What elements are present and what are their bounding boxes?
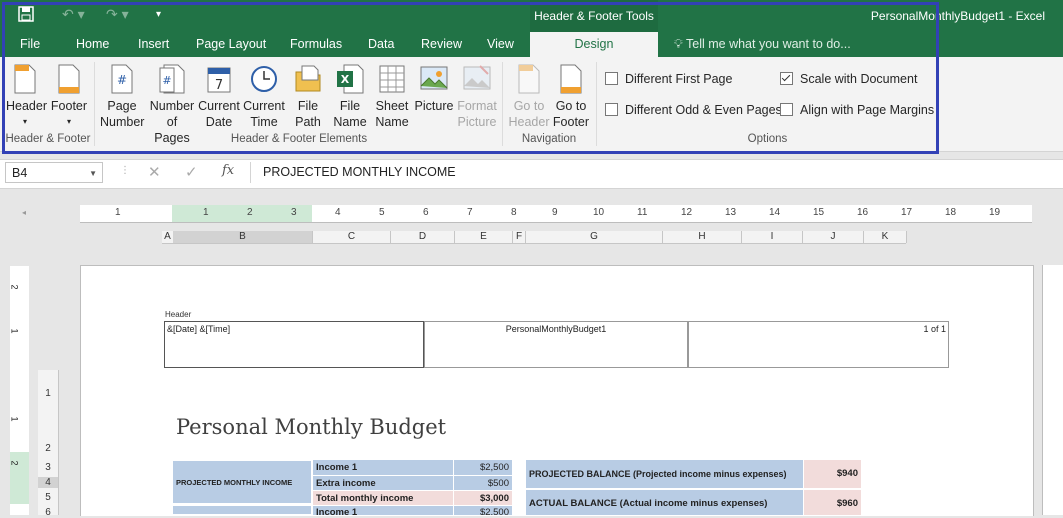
column-header[interactable]: D bbox=[391, 231, 455, 243]
ruler-mark: 16 bbox=[857, 207, 869, 218]
ruler-mark: 7 bbox=[467, 207, 473, 218]
column-header[interactable]: G bbox=[526, 231, 663, 243]
ruler-mark: 4 bbox=[335, 207, 341, 218]
chevron-down-icon: ▼ bbox=[89, 169, 97, 178]
column-header[interactable]: K bbox=[864, 231, 907, 243]
ruler-mark: 2 bbox=[9, 284, 20, 290]
projected-balance-value[interactable]: $940 bbox=[804, 460, 861, 488]
ruler-mark: 2 bbox=[9, 460, 20, 466]
ruler-mark: 13 bbox=[725, 207, 737, 218]
income-name-cell[interactable]: Extra income bbox=[313, 475, 453, 490]
row-header[interactable]: 3 bbox=[38, 462, 58, 473]
row-header[interactable]: 1 bbox=[38, 388, 58, 399]
ruler-mark: 11 bbox=[637, 207, 648, 218]
ruler-corner-icon: ◂ bbox=[22, 208, 27, 217]
ruler-mark: 1 bbox=[9, 416, 20, 422]
ruler-mark: 9 bbox=[552, 207, 558, 218]
cancel-icon[interactable]: ✕ bbox=[148, 163, 161, 181]
ruler-mark: 8 bbox=[511, 207, 517, 218]
header-center-section[interactable]: PersonalMonthlyBudget1 bbox=[424, 321, 688, 368]
row-header-selected[interactable]: 4 bbox=[38, 477, 58, 488]
column-header[interactable]: E bbox=[455, 231, 513, 243]
highlight-box bbox=[2, 2, 939, 154]
income-label-cell-2[interactable] bbox=[172, 505, 312, 515]
ruler-mark: 14 bbox=[769, 207, 781, 218]
ruler-mark: 2 bbox=[247, 207, 253, 218]
header-section-label: Header bbox=[165, 310, 192, 319]
income-name-cell[interactable]: Income 1 bbox=[313, 460, 453, 475]
row-header[interactable]: 2 bbox=[38, 443, 58, 454]
ruler-mark: 1 bbox=[203, 207, 209, 218]
formula-input[interactable]: PROJECTED MONTHLY INCOME bbox=[250, 162, 456, 183]
ruler-mark: 19 bbox=[989, 207, 1001, 218]
next-page-edge bbox=[1042, 265, 1063, 515]
ruler-mark: 3 bbox=[291, 207, 297, 218]
column-header[interactable]: F bbox=[513, 231, 526, 243]
projected-balance-label[interactable]: PROJECTED BALANCE (Projected income minu… bbox=[526, 460, 803, 488]
ruler-mark: 5 bbox=[379, 207, 385, 218]
enter-icon[interactable]: ✓ bbox=[185, 163, 198, 181]
header-left-section[interactable]: &[Date] &[Time] bbox=[164, 321, 424, 368]
column-header[interactable]: H bbox=[663, 231, 742, 243]
actual-balance-value[interactable]: $960 bbox=[804, 490, 861, 515]
ruler-mark: 10 bbox=[593, 207, 605, 218]
document-title[interactable]: Personal Monthly Budget bbox=[176, 415, 446, 439]
ruler-mark: 17 bbox=[901, 207, 913, 218]
ruler-mark: 6 bbox=[423, 207, 429, 218]
splitter-dots-icon: ⋮ bbox=[120, 165, 130, 176]
ruler-mark: 18 bbox=[945, 207, 957, 218]
row-header[interactable]: 5 bbox=[38, 492, 58, 503]
income-value-cell[interactable]: $500 bbox=[454, 475, 512, 490]
name-box[interactable]: B4 ▼ bbox=[5, 162, 103, 183]
column-header[interactable]: I bbox=[742, 231, 803, 243]
ruler-mark: 12 bbox=[681, 207, 693, 218]
column-header[interactable]: J bbox=[803, 231, 864, 243]
header-right-section[interactable]: 1 of 1 bbox=[688, 321, 949, 368]
income-label-cell[interactable]: PROJECTED MONTHLY INCOME bbox=[172, 460, 312, 504]
ruler-mark: 15 bbox=[813, 207, 825, 218]
income-total-value-cell[interactable]: $3,000 bbox=[454, 490, 512, 505]
income-name-cell[interactable]: Income 1 bbox=[313, 505, 453, 515]
income-value-cell[interactable]: $2,500 bbox=[454, 460, 512, 475]
row-header[interactable]: 6 bbox=[38, 507, 58, 518]
ruler-mark: 1 bbox=[9, 328, 20, 334]
column-header-selected[interactable]: B bbox=[173, 231, 313, 243]
income-total-name-cell[interactable]: Total monthly income bbox=[313, 490, 453, 505]
column-header[interactable]: C bbox=[313, 231, 391, 243]
insert-function-icon[interactable]: fx bbox=[222, 163, 234, 178]
income-value-cell[interactable]: $2,500 bbox=[454, 505, 512, 515]
ruler-mark: 1 bbox=[115, 207, 121, 218]
name-box-value: B4 bbox=[12, 166, 28, 180]
actual-balance-label[interactable]: ACTUAL BALANCE (Actual income minus expe… bbox=[526, 490, 803, 515]
